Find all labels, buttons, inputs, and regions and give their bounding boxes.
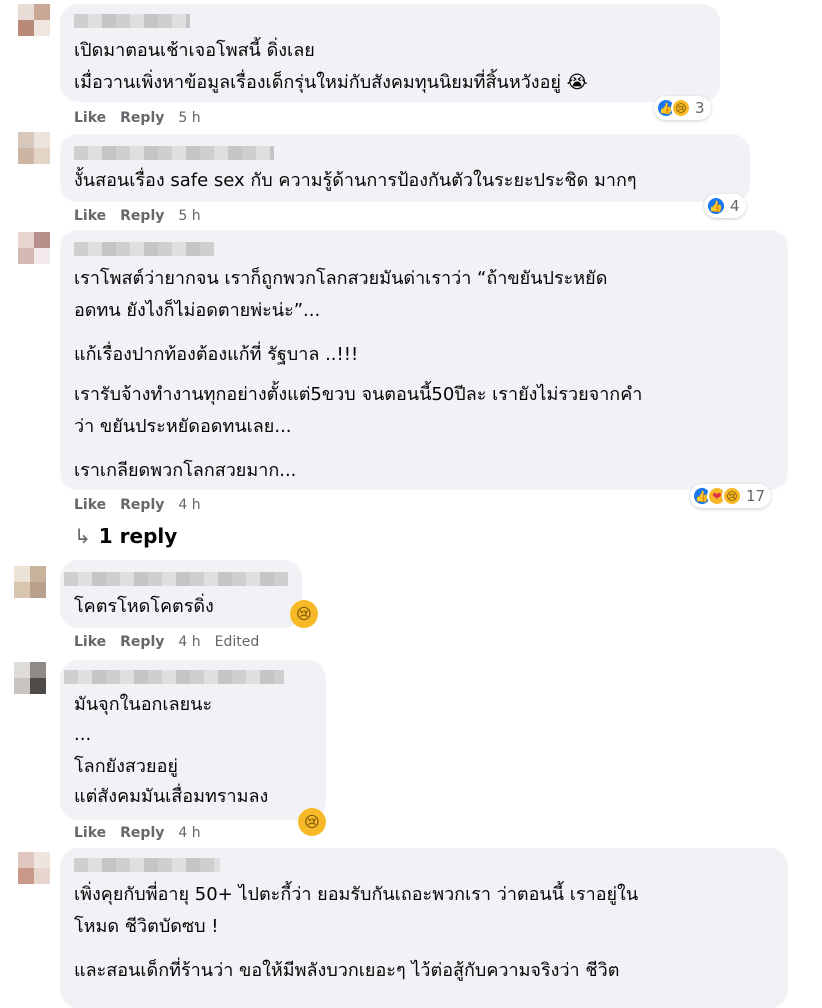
like-button[interactable]: Like	[74, 497, 106, 513]
reply-button[interactable]: Reply	[120, 634, 164, 650]
comment-actions: Like Reply 5 h	[74, 109, 215, 127]
reply-arrow-icon: ↳	[74, 524, 91, 548]
sad-icon: 😢	[722, 486, 742, 506]
comment-text: เพิ่งคุยกับพี่อายุ 50+ ไปตะกี้ว่า ยอมรับ…	[74, 884, 639, 905]
comment-text: โลกยังสวยอยู่	[74, 756, 178, 777]
reply-button[interactable]: Reply	[120, 825, 164, 841]
comment-text: เราโพสต์ว่ายากจน เราก็ถูกพวกโลกสวยมันด่า…	[74, 268, 608, 289]
comment-text: เมื่อวานเพิ่งหาข้อมูลเรื่องเด็กรุ่นใหม่ก…	[74, 72, 588, 93]
timestamp[interactable]: 5 h	[178, 208, 200, 224]
author-name[interactable]	[74, 14, 190, 28]
like-button[interactable]: Like	[74, 825, 106, 841]
like-icon: 👍	[706, 196, 726, 216]
comment-text: แก้เรื่องปากท้องต้องแก้ที่ รัฐบาล ..!!!	[74, 344, 359, 365]
timestamp[interactable]: 5 h	[178, 110, 200, 126]
like-button[interactable]: Like	[74, 634, 106, 650]
avatar[interactable]	[18, 132, 50, 164]
author-name[interactable]	[74, 146, 274, 160]
reply-button[interactable]: Reply	[120, 497, 164, 513]
reaction-count: 4	[730, 197, 740, 215]
comment-text: ...	[74, 724, 92, 745]
edited-label: Edited	[214, 634, 260, 650]
comment-actions: Like Reply 5 h	[74, 207, 215, 225]
avatar[interactable]	[18, 232, 50, 264]
comment-text: อดทน ยังไงก็ไม่อดตายพ่ะน่ะ”...	[74, 300, 321, 321]
comment-text: เรารับจ้างทำงานทุกอย่างตั้งแต่5ขวบ จนตอน…	[74, 384, 643, 405]
avatar[interactable]	[14, 662, 46, 694]
comment-actions: Like Reply 4 h	[74, 824, 215, 842]
comment-text: โคตรโหดโคตรดิ่ง	[74, 596, 214, 617]
comment-actions: Like Reply 4 h Edited	[74, 633, 273, 651]
reaction-count: 3	[695, 99, 705, 117]
comment-text: งั้นสอนเรื่อง safe sex กับ ความรู้ด้านกา…	[74, 170, 637, 191]
sad-icon: 😢	[671, 98, 691, 118]
author-name[interactable]	[74, 242, 214, 256]
comment-text: มันจุกในอกเลยนะ	[74, 694, 213, 715]
author-name[interactable]	[64, 670, 284, 684]
comment-text: เปิดมาตอนเช้าเจอโพสนี้ ดิ่งเลย	[74, 40, 315, 61]
reaction-summary[interactable]: 👍 ❤ 😢 17	[690, 484, 772, 508]
comment-text: เราเกลียดพวกโลกสวยมาก...	[74, 460, 297, 481]
timestamp[interactable]: 4 h	[178, 497, 200, 513]
author-name[interactable]	[74, 858, 220, 872]
comment-text: โหมด ชีวิตบัดซบ !	[74, 916, 219, 937]
author-name[interactable]	[64, 572, 288, 586]
sad-reaction-icon[interactable]: 😢	[290, 600, 318, 628]
replies-count: 1 reply	[98, 524, 178, 548]
comment-text: ว่า ขยันประหยัดอดทนเลย...	[74, 416, 292, 437]
sad-reaction-icon[interactable]: 😢	[298, 808, 326, 836]
reaction-count: 17	[746, 487, 766, 505]
reaction-summary[interactable]: 👍 4	[704, 194, 746, 218]
reaction-summary[interactable]: 👍 😢 3	[654, 96, 711, 120]
comment-text: และสอนเด็กที่ร้านว่า ขอให้มีพลังบวกเยอะๆ…	[74, 960, 620, 981]
avatar[interactable]	[14, 566, 46, 598]
like-button[interactable]: Like	[74, 110, 106, 126]
reply-button[interactable]: Reply	[120, 110, 164, 126]
like-button[interactable]: Like	[74, 208, 106, 224]
avatar[interactable]	[18, 4, 50, 36]
timestamp[interactable]: 4 h	[178, 825, 200, 841]
reply-button[interactable]: Reply	[120, 208, 164, 224]
timestamp[interactable]: 4 h	[178, 634, 200, 650]
avatar[interactable]	[18, 852, 50, 884]
comment-actions: Like Reply 4 h	[74, 496, 215, 514]
comment-text: แต่สังคมมันเสื่อมทรามลง	[74, 786, 269, 807]
view-replies-link[interactable]: ↳ 1 reply	[74, 524, 177, 548]
